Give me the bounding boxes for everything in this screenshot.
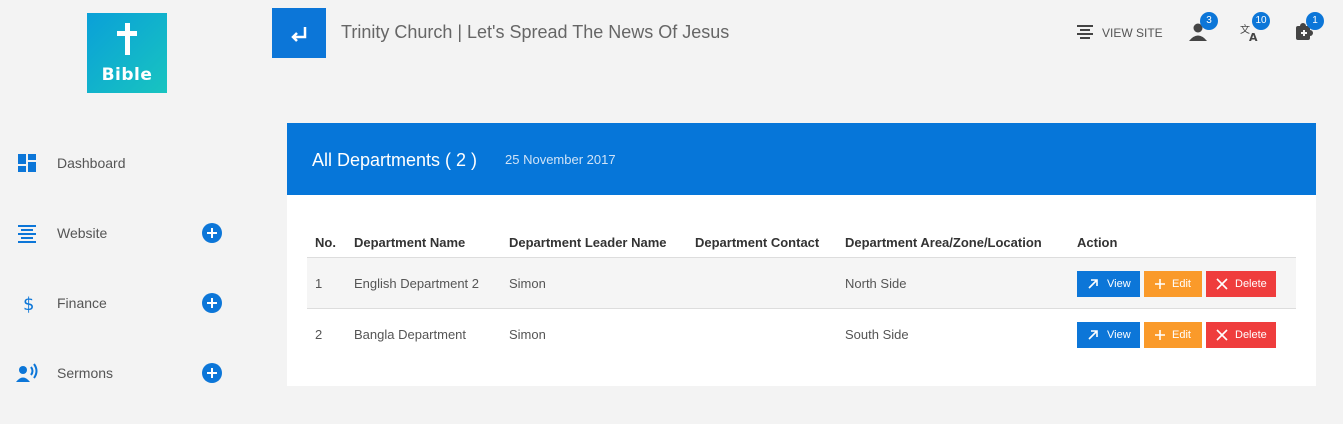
- app-root: Bible Dashboard Website $ Finance Sermon…: [0, 0, 1343, 424]
- delete-button[interactable]: Delete: [1206, 322, 1276, 348]
- dashboard-icon: [18, 154, 36, 172]
- speaker-icon: [16, 363, 38, 382]
- website-icon: [18, 225, 36, 243]
- cell-leader: Simon: [509, 327, 546, 342]
- view-button[interactable]: View: [1077, 271, 1140, 297]
- close-icon: [1216, 329, 1228, 341]
- language-selector[interactable]: 文 A 10: [1240, 12, 1270, 44]
- sidebar-item-label: Finance: [57, 295, 107, 311]
- site-title: Trinity Church | Let's Spread The News O…: [341, 22, 730, 42]
- edit-button[interactable]: Edit: [1144, 271, 1202, 297]
- column-header-action: Action: [1077, 235, 1118, 250]
- logo-text: Bible: [101, 65, 153, 85]
- dollar-icon: $: [23, 294, 34, 314]
- align-center-icon: [1077, 25, 1093, 39]
- bible-logo[interactable]: Bible: [87, 13, 167, 93]
- plus-icon: [1155, 279, 1165, 289]
- expand-plus-icon[interactable]: [202, 293, 222, 313]
- user-notifications[interactable]: 3: [1188, 12, 1218, 44]
- edit-label: Edit: [1172, 278, 1191, 290]
- column-header-no: No.: [315, 235, 336, 250]
- cell-no: 1: [315, 276, 323, 291]
- translate-badge: 10: [1252, 12, 1270, 30]
- column-header-area: Department Area/Zone/Location: [845, 235, 1042, 250]
- puzzle-badge: 1: [1306, 12, 1324, 30]
- column-header-leader: Department Leader Name: [509, 235, 667, 250]
- sidebar-item-label: Website: [57, 225, 108, 241]
- delete-label: Delete: [1235, 278, 1267, 290]
- cell-name: Bangla Department: [354, 327, 467, 342]
- panel-title: All Departments ( 2 ): [312, 150, 478, 170]
- column-header-name: Department Name: [354, 235, 466, 250]
- cell-area: South Side: [845, 327, 909, 342]
- edit-label: Edit: [1172, 329, 1191, 341]
- cell-area: North Side: [845, 276, 907, 291]
- close-icon: [1216, 278, 1228, 290]
- delete-label: Delete: [1235, 329, 1267, 341]
- panel-date: 25 November 2017: [505, 152, 616, 167]
- arrow-up-right-icon: [1088, 279, 1098, 289]
- svg-text:$: $: [23, 294, 34, 314]
- view-label: View: [1107, 329, 1131, 341]
- sidebar-item-label: Sermons: [57, 365, 114, 381]
- table-row: 2 Bangla Department Simon South Side Vie…: [307, 309, 1296, 361]
- sidebar-item-dashboard[interactable]: Dashboard: [0, 142, 255, 182]
- cell-no: 2: [315, 327, 323, 342]
- user-badge: 3: [1200, 12, 1218, 30]
- view-label: View: [1107, 278, 1131, 290]
- sidebar-item-finance[interactable]: $ Finance: [0, 282, 255, 322]
- sidebar: Bible Dashboard Website $ Finance Sermon…: [0, 0, 255, 424]
- view-site-label: VIEW SITE: [1102, 26, 1163, 40]
- arrow-up-right-icon: [1088, 330, 1098, 340]
- return-arrow-icon: [291, 27, 307, 42]
- sidebar-item-label: Dashboard: [57, 155, 126, 171]
- departments-table: No. Department Name Department Leader Na…: [287, 195, 1316, 386]
- sidebar-item-sermons[interactable]: Sermons: [0, 352, 255, 392]
- cell-leader: Simon: [509, 276, 546, 291]
- table-row: 1 English Department 2 Simon North Side …: [307, 257, 1296, 309]
- svg-text:A: A: [1249, 31, 1258, 42]
- panel-header: All Departments ( 2 ) 25 November 2017: [287, 123, 1316, 195]
- edit-button[interactable]: Edit: [1144, 322, 1202, 348]
- back-button[interactable]: [272, 8, 326, 58]
- expand-plus-icon[interactable]: [202, 363, 222, 383]
- cell-name: English Department 2: [354, 276, 480, 291]
- expand-plus-icon[interactable]: [202, 223, 222, 243]
- delete-button[interactable]: Delete: [1206, 271, 1276, 297]
- extensions[interactable]: 1: [1294, 12, 1324, 44]
- plus-icon: [1155, 330, 1165, 340]
- column-header-contact: Department Contact: [695, 235, 820, 250]
- view-button[interactable]: View: [1077, 322, 1140, 348]
- cross-icon: [117, 23, 137, 55]
- sidebar-item-website[interactable]: Website: [0, 212, 255, 252]
